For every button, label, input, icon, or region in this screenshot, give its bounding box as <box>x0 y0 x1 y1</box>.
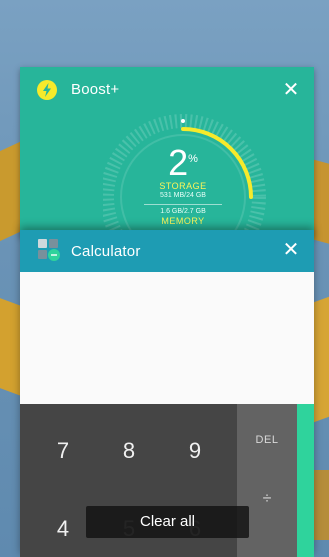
key-4[interactable]: 4 <box>38 516 88 542</box>
close-icon[interactable]: ✕ <box>280 239 302 261</box>
gauge-value: 2% <box>93 145 273 181</box>
card-header: Calculator ✕ <box>20 230 314 272</box>
key-7[interactable]: 7 <box>38 438 88 464</box>
app-title: Calculator <box>71 243 141 260</box>
calculator-icon <box>37 238 61 262</box>
gauge-unit: % <box>188 153 198 165</box>
wallpaper-shape <box>0 294 20 396</box>
app-title: Boost+ <box>71 81 120 98</box>
recent-card-boost[interactable]: Boost+ ✕ 2% STORAGE 531 MB/24 GB 1.6 GB/… <box>20 67 314 237</box>
storage-label: STORAGE <box>159 181 207 191</box>
lightning-bolt-icon <box>36 79 58 101</box>
delete-button[interactable]: DEL <box>237 434 297 446</box>
close-icon[interactable]: ✕ <box>280 79 302 101</box>
key-8[interactable]: 8 <box>104 438 154 464</box>
memory-detail: 1.6 GB/2.7 GB <box>160 208 206 215</box>
calculator-display <box>20 272 314 404</box>
clear-all-button[interactable]: Clear all <box>86 506 249 538</box>
storage-gauge: 2% STORAGE 531 MB/24 GB 1.6 GB/2.7 GB ME… <box>100 107 283 237</box>
gauge-number: 2 <box>168 142 189 183</box>
advanced-panel-handle[interactable] <box>297 404 314 557</box>
storage-detail: 531 MB/24 GB <box>160 192 206 199</box>
divider <box>144 204 222 205</box>
memory-label: MEMORY <box>161 216 205 226</box>
gauge-marker <box>181 119 185 123</box>
key-9[interactable]: 9 <box>170 438 220 464</box>
gauge-readout: 2% STORAGE 531 MB/24 GB 1.6 GB/2.7 GB ME… <box>93 145 273 226</box>
